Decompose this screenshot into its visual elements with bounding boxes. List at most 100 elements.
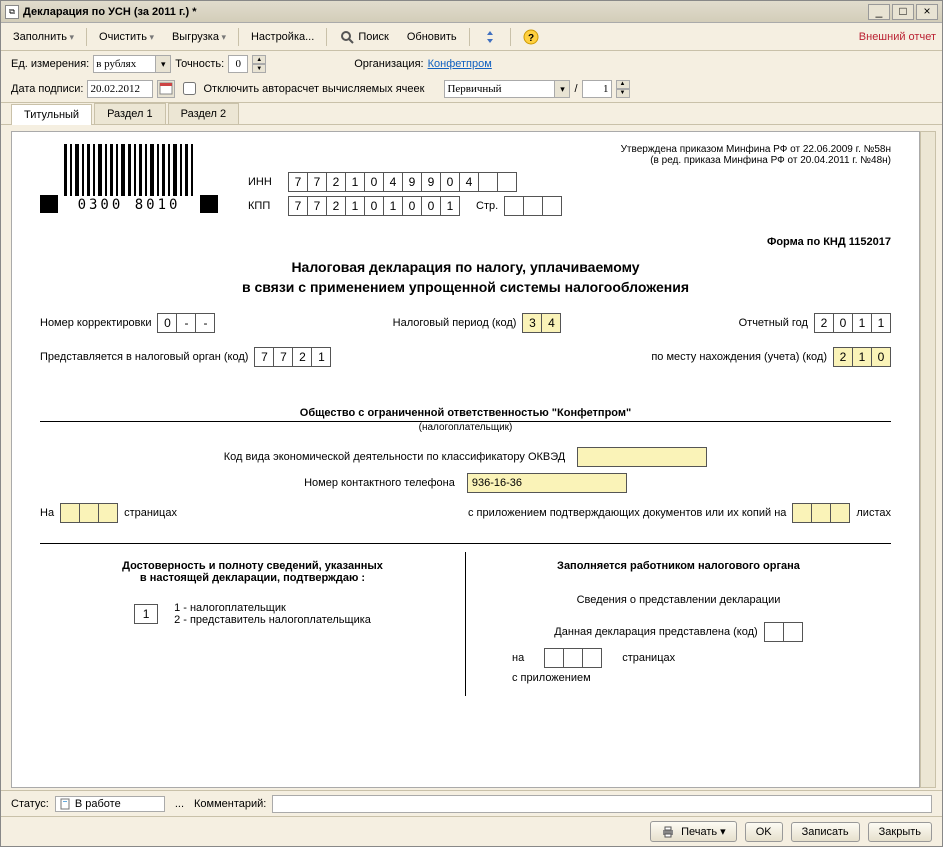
place-label: по месту нахождения (учета) (код)	[651, 351, 827, 363]
dropdown-icon[interactable]: ▾	[554, 80, 570, 98]
inn-label: ИНН	[248, 176, 282, 188]
cell: 4	[383, 172, 403, 192]
cell: 1	[345, 196, 365, 216]
cell[interactable]: 3	[522, 313, 542, 333]
calendar-icon	[159, 81, 173, 95]
spin-up-icon[interactable]: ▲	[252, 55, 266, 64]
tab-section1[interactable]: Раздел 1	[94, 103, 166, 124]
cell: 0	[421, 196, 441, 216]
help-button[interactable]: ?	[517, 26, 545, 48]
cell: 2	[326, 172, 346, 192]
okved-field[interactable]	[577, 447, 707, 467]
print-button[interactable]: Печать ▾	[650, 821, 737, 842]
confirm-opt1: 1 - налогоплательщик	[174, 602, 371, 614]
pages-cells[interactable]	[60, 503, 118, 523]
separator	[326, 28, 327, 46]
ok-button[interactable]: OK	[745, 822, 783, 842]
search-icon	[339, 29, 355, 45]
status-field[interactable]: В работе	[55, 796, 165, 812]
minimize-button[interactable]: _	[868, 4, 890, 20]
status-label: Статус:	[11, 798, 49, 810]
form-code: Форма по КНД 1152017	[40, 236, 891, 248]
kpp-label: КПП	[248, 200, 282, 212]
fill-button[interactable]: Заполнить	[7, 28, 80, 46]
submission-info: Сведения о представлении декларации	[482, 594, 875, 606]
signdate-label: Дата подписи:	[11, 83, 83, 95]
corrnum-spinner[interactable]: ▲ ▼	[616, 80, 630, 98]
upload-button[interactable]: Выгрузка	[166, 28, 232, 46]
cell: 9	[402, 172, 422, 192]
presented-code-cell	[783, 622, 803, 642]
clear-button[interactable]: Очистить	[93, 28, 160, 46]
print-label: Печать	[681, 826, 717, 838]
precision-spinner[interactable]: ▲ ▼	[252, 55, 266, 73]
spin-down-icon[interactable]: ▼	[616, 89, 630, 98]
tab-title[interactable]: Титульный	[11, 104, 92, 125]
tab-section2[interactable]: Раздел 2	[168, 103, 240, 124]
cell: 7	[273, 347, 293, 367]
dropdown-icon[interactable]: ▾	[155, 55, 171, 73]
find-button[interactable]: Поиск	[333, 26, 395, 48]
inn-cells[interactable]: 7721049904	[288, 172, 517, 192]
attach-label2: с приложением	[512, 672, 591, 684]
document-canvas[interactable]: 0300 8010 Утверждена приказом Минфина РФ…	[11, 131, 920, 788]
kpp-cells[interactable]: 772101001	[288, 196, 460, 216]
confirm-value[interactable]: 1	[134, 604, 158, 624]
disable-autocalc-label: Отключить авторасчет вычисляемых ячеек	[203, 83, 424, 95]
cell	[504, 196, 524, 216]
cell: 7	[307, 172, 327, 192]
vertical-scrollbar[interactable]	[920, 131, 936, 788]
doctype-value[interactable]	[444, 80, 554, 98]
spin-down-icon[interactable]: ▼	[252, 64, 266, 73]
cell[interactable]: 4	[541, 313, 561, 333]
phone-label: Номер контактного телефона	[304, 477, 455, 489]
cell: 1	[852, 313, 872, 333]
marker-icon	[40, 195, 58, 213]
separator	[510, 28, 511, 46]
close-button[interactable]: ×	[916, 4, 938, 20]
cell	[478, 172, 498, 192]
doctype-select[interactable]: ▾	[444, 80, 570, 98]
separator	[469, 28, 470, 46]
calendar-button[interactable]	[157, 80, 175, 98]
corrnum-input[interactable]	[582, 80, 612, 98]
settings-button[interactable]: Настройка...	[245, 28, 320, 46]
signdate-input[interactable]	[87, 80, 153, 98]
phone-field[interactable]: 936-16-36	[467, 473, 627, 493]
org-link[interactable]: Конфетпром	[428, 58, 492, 70]
unit-select[interactable]: ▾	[93, 55, 171, 73]
doc-title-2: в связи с применением упрощенной системы…	[40, 278, 891, 298]
cell[interactable]: 0	[871, 347, 891, 367]
precision-input[interactable]	[228, 55, 248, 73]
page-cells[interactable]	[504, 196, 562, 216]
cell[interactable]: 1	[852, 347, 872, 367]
close-form-button[interactable]: Закрыть	[868, 822, 932, 842]
disable-autocalc-checkbox[interactable]	[183, 82, 196, 95]
barcode-text: 0300 8010	[64, 197, 194, 213]
status-picker[interactable]: ...	[171, 796, 188, 812]
place-cells[interactable]: 210	[833, 347, 891, 367]
cell: 7	[288, 172, 308, 192]
maximize-button[interactable]: □	[892, 4, 914, 20]
save-button[interactable]: Записать	[791, 822, 860, 842]
cell: 7	[288, 196, 308, 216]
sheets-cells[interactable]	[792, 503, 850, 523]
unit-value[interactable]	[93, 55, 155, 73]
corr-cells[interactable]: 0--	[157, 313, 215, 333]
cell: 0	[402, 196, 422, 216]
cell: 1	[440, 196, 460, 216]
taxorg-cells[interactable]: 7721	[254, 347, 331, 367]
expand-button[interactable]	[476, 26, 504, 48]
spin-up-icon[interactable]: ▲	[616, 80, 630, 89]
cell[interactable]: 2	[833, 347, 853, 367]
precision-label: Точность:	[175, 58, 224, 70]
confirm-title-2: в настоящей декларации, подтверждаю :	[140, 572, 365, 584]
expand-icon	[482, 29, 498, 45]
confirm-opt2: 2 - представитель налогоплательщика	[174, 614, 371, 626]
comment-input[interactable]	[272, 795, 932, 813]
year-cells[interactable]: 2011	[814, 313, 891, 333]
cell	[497, 172, 517, 192]
refresh-button[interactable]: Обновить	[401, 28, 463, 46]
period-cells[interactable]: 34	[522, 313, 561, 333]
doc-title-1: Налоговая декларация по налогу, уплачива…	[40, 258, 891, 278]
